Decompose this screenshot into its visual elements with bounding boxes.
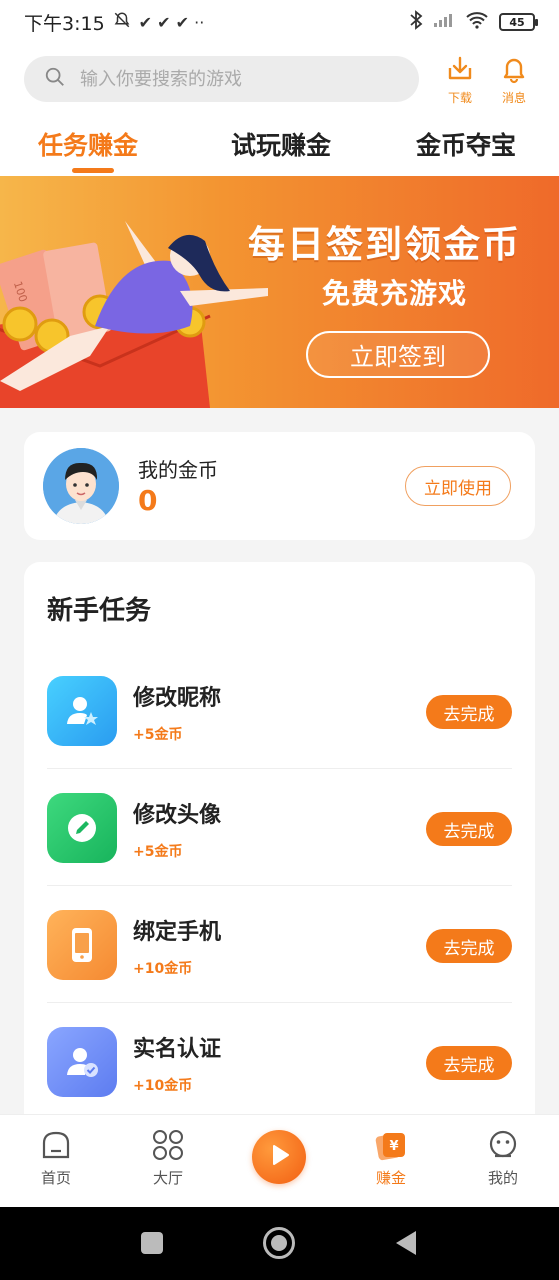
header: 下载 消息 任务赚金 试玩赚金 金币夺宝 (0, 44, 559, 176)
active-tab-indicator (72, 168, 114, 173)
profile-icon (487, 1127, 519, 1163)
tab-coin-treasure[interactable]: 金币夺宝 (416, 126, 516, 162)
mute-icon (113, 11, 131, 33)
bluetooth-icon (409, 9, 423, 35)
search-bar[interactable] (24, 56, 419, 102)
tasks-heading: 新手任务 (47, 596, 152, 626)
task-title: 修改昵称 (133, 686, 222, 711)
bell-icon (499, 54, 529, 87)
nav-earn-label: 赚金 (375, 1169, 406, 1187)
coins-value: 0 (138, 484, 158, 517)
nav-profile[interactable]: 我的 (473, 1127, 533, 1188)
coins-label: 我的金币 (138, 458, 218, 482)
phone-icon (47, 910, 117, 980)
nav-home-label: 首页 (40, 1169, 71, 1187)
my-coins-card: 我的金币 0 立即使用 (24, 432, 535, 540)
bottom-tab-bar: 首页 大厅 ¥ 赚金 我的 (0, 1114, 559, 1207)
task-row: 修改头像 +5金币 去完成 (47, 769, 512, 886)
banner-illustration: 100 (0, 221, 268, 408)
battery-indicator: 45 (499, 13, 538, 31)
back-button[interactable] (396, 1231, 416, 1255)
checkin-button[interactable]: 立即签到 (306, 331, 490, 378)
task-title: 修改头像 (133, 803, 222, 828)
search-icon (44, 66, 66, 92)
home-button[interactable] (263, 1227, 295, 1259)
status-time: 下午3:15 (24, 12, 105, 35)
checkin-banner[interactable]: 100 每日签到领金币 免费充游戏 立即签到 (0, 176, 559, 408)
use-coins-button[interactable]: 立即使用 (405, 466, 511, 506)
download-label: 下载 (447, 91, 472, 105)
nav-play-button[interactable] (252, 1130, 306, 1184)
wifi-icon (465, 11, 489, 34)
banner-subtitle: 免费充游戏 (322, 277, 468, 310)
task-title: 实名认证 (133, 1037, 222, 1062)
user-star-icon (47, 676, 117, 746)
complete-nickname-button[interactable]: 去完成 (426, 695, 512, 729)
task-row: 实名认证 +10金币 去完成 (47, 1003, 512, 1120)
tab-task-earn[interactable]: 任务赚金 (38, 126, 138, 162)
tab-trial-earn[interactable]: 试玩赚金 (231, 126, 331, 162)
complete-verification-button[interactable]: 去完成 (426, 1046, 512, 1080)
system-nav-bar (0, 1207, 559, 1280)
nav-lobby[interactable]: 大厅 (138, 1127, 198, 1188)
task-reward: +10金币 (133, 961, 193, 977)
task-row: 绑定手机 +10金币 去完成 (47, 886, 512, 1003)
task-reward: +5金币 (133, 844, 183, 860)
status-notifications: ✔ ✔ ✔ ·· (138, 12, 205, 32)
complete-avatar-button[interactable]: 去完成 (426, 812, 512, 846)
task-reward: +5金币 (133, 727, 183, 743)
complete-phone-button[interactable]: 去完成 (426, 929, 512, 963)
download-icon (445, 54, 475, 87)
grid-icon (152, 1127, 184, 1163)
nav-earn[interactable]: ¥ 赚金 (361, 1127, 421, 1188)
search-input[interactable] (80, 68, 380, 90)
task-title: 绑定手机 (133, 920, 222, 945)
top-tabs: 任务赚金 试玩赚金 金币夺宝 (0, 120, 559, 176)
svg-text:¥: ¥ (389, 1139, 398, 1154)
status-bar: 下午3:15 ✔ ✔ ✔ ·· 45 (0, 0, 559, 44)
messages-label: 消息 (501, 91, 526, 105)
task-row: 修改昵称 +5金币 去完成 (47, 652, 512, 769)
nav-profile-label: 我的 (487, 1169, 518, 1187)
avatar[interactable] (43, 448, 119, 524)
nav-lobby-label: 大厅 (152, 1169, 183, 1187)
banner-title: 每日签到领金币 (248, 223, 521, 266)
newbie-tasks-card: 新手任务 修改昵称 +5金币 去完成 修改头像 +5金币 去完成 绑定手机 +1… (24, 562, 535, 1162)
task-reward: +10金币 (133, 1078, 193, 1094)
edit-icon (47, 793, 117, 863)
home-icon (40, 1127, 72, 1163)
signal-icon (433, 11, 455, 33)
nav-home[interactable]: 首页 (26, 1127, 86, 1188)
recents-button[interactable] (141, 1232, 163, 1254)
messages-button[interactable]: 消息 (494, 54, 534, 106)
earn-icon: ¥ (374, 1127, 408, 1163)
verified-user-icon (47, 1027, 117, 1097)
download-button[interactable]: 下载 (440, 54, 480, 106)
play-icon (267, 1143, 291, 1171)
